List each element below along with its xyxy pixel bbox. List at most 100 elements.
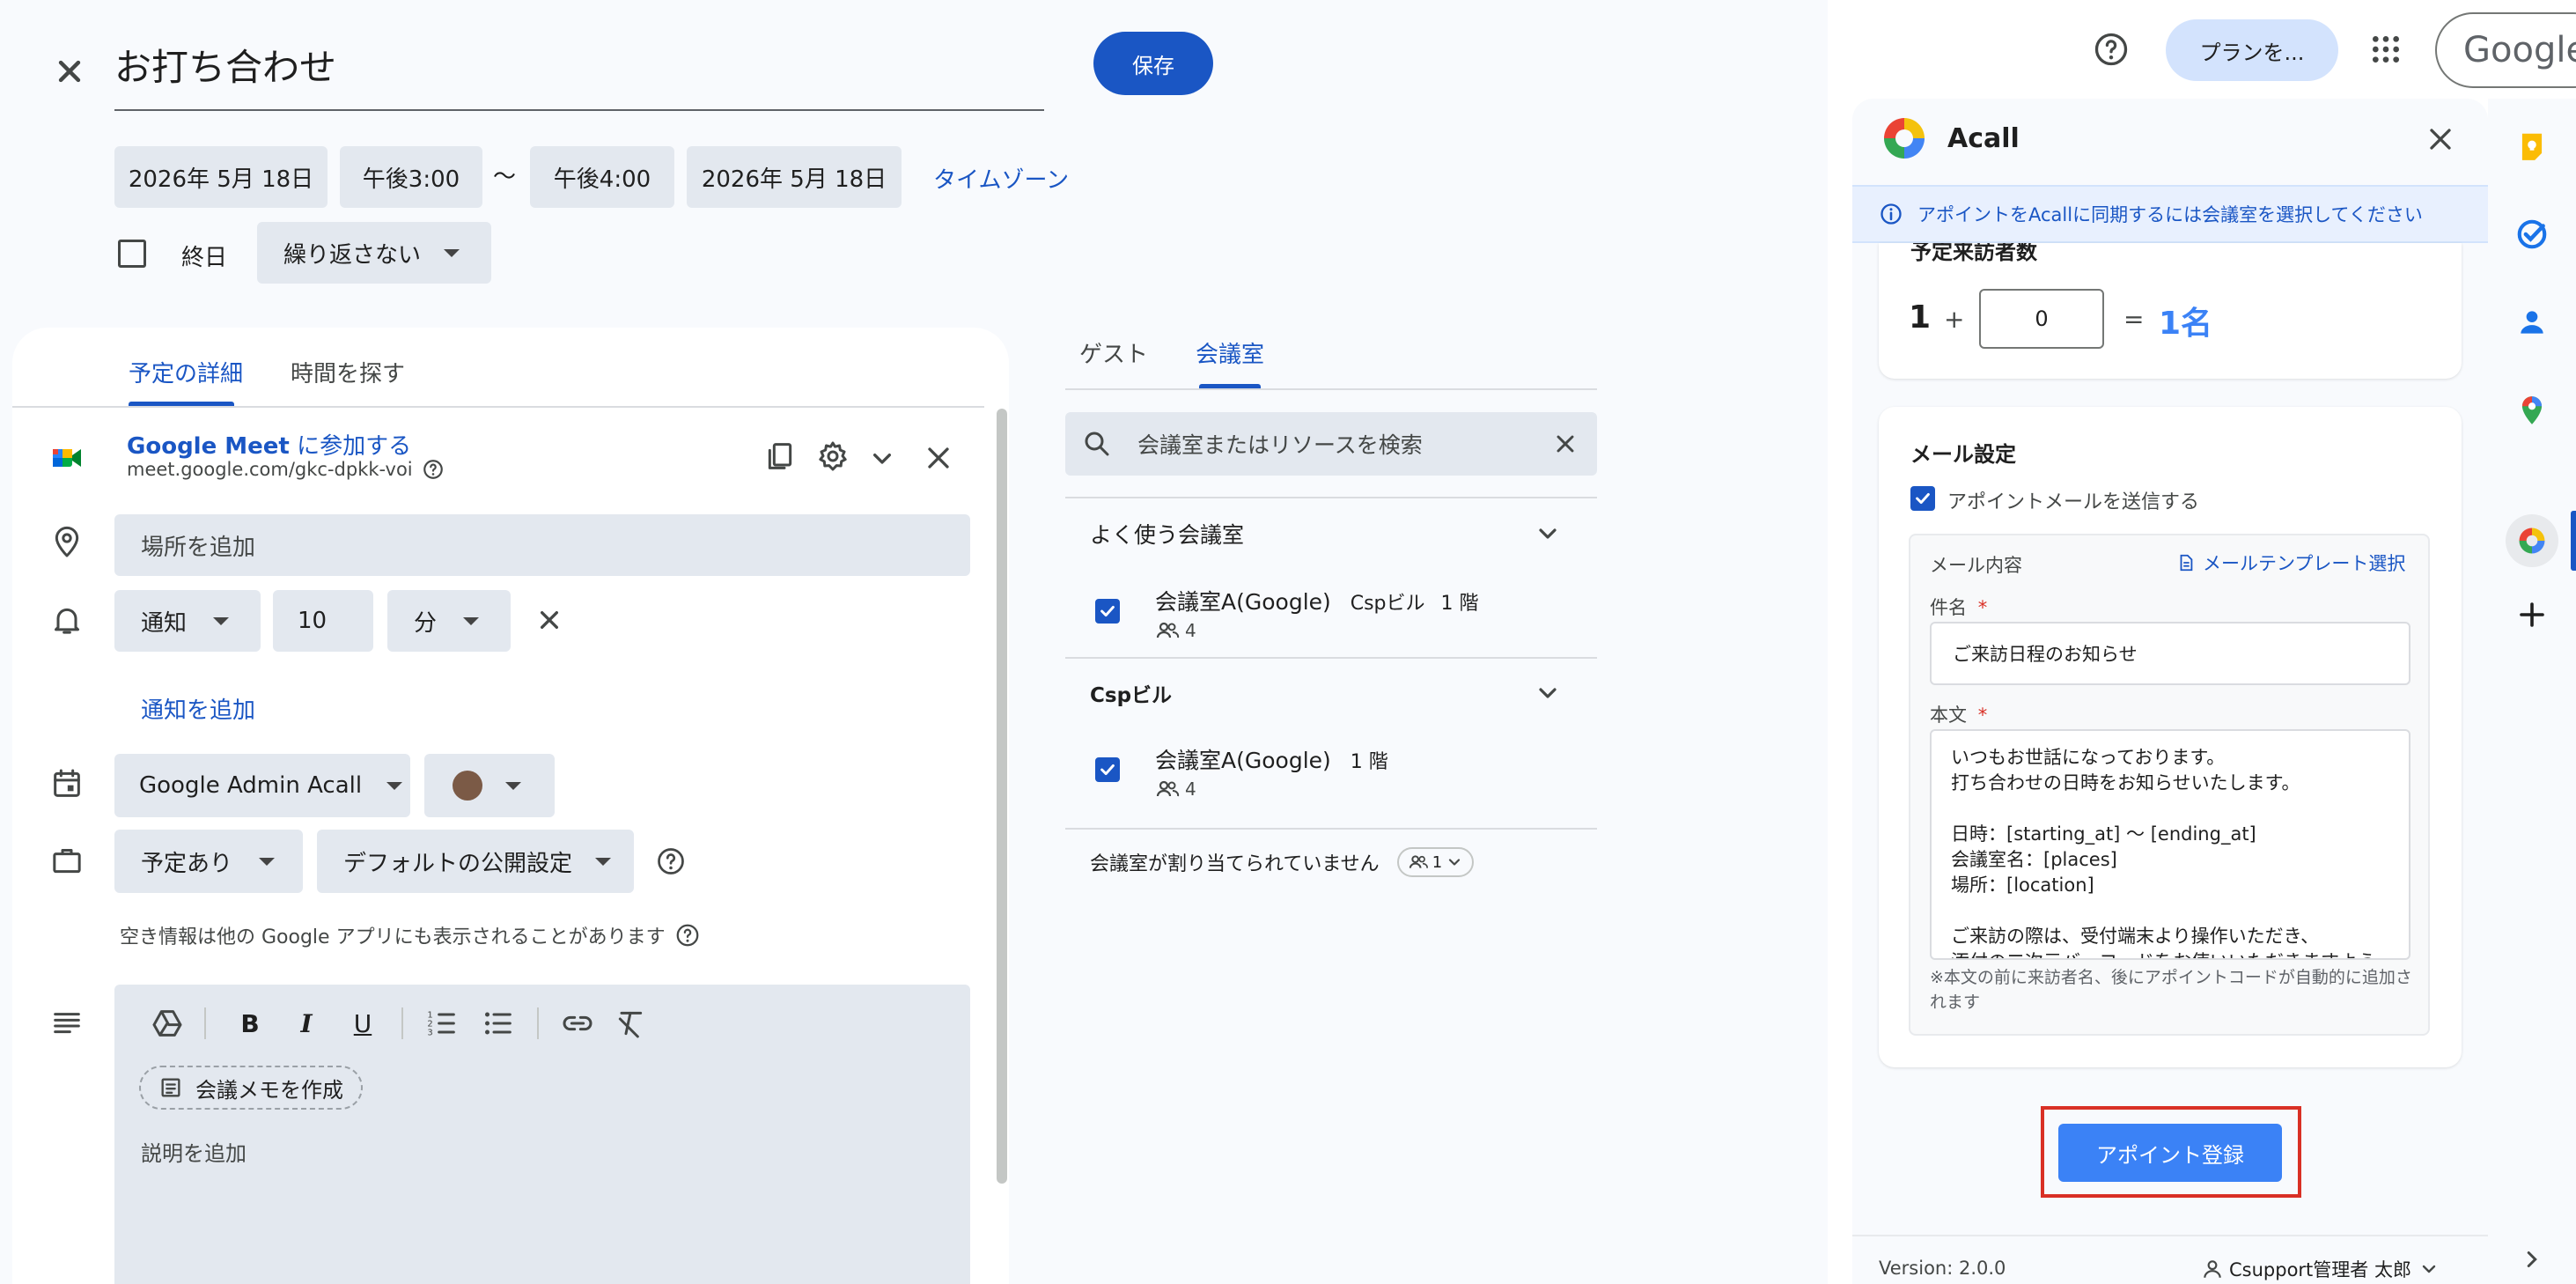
notify-type-dropdown[interactable]: 通知 <box>114 590 261 652</box>
bold-icon[interactable]: B <box>222 1009 278 1038</box>
visitor-total: 1名 <box>2159 306 2213 342</box>
room1-item[interactable]: 会議室A(Google) Cspビル 1 階 <box>1155 585 1478 616</box>
body-textarea[interactable]: いつもお世話になっております。 打ち合わせの日時をお知らせいたします。 日時：[… <box>1930 729 2410 960</box>
meet-join-link[interactable]: Google Meet に参加する <box>127 428 411 461</box>
timezone-link[interactable]: タイムゾーン <box>933 162 1069 195</box>
event-title-input[interactable]: お打ち合わせ <box>114 37 1044 111</box>
tab-guests[interactable]: ゲスト <box>1079 336 1148 369</box>
people-icon <box>1156 780 1180 797</box>
close-button[interactable] <box>49 51 90 92</box>
help-icon[interactable] <box>674 922 701 948</box>
all-day-label: 終日 <box>181 245 228 271</box>
plan-button[interactable]: プランを... <box>2166 19 2338 81</box>
tab-event-details[interactable]: 予定の詳細 <box>129 356 243 388</box>
add-notification-link[interactable]: 通知を追加 <box>141 692 255 725</box>
save-button[interactable]: 保存 <box>1093 32 1213 95</box>
help-icon[interactable] <box>422 458 445 481</box>
remove-notification-button[interactable] <box>532 602 567 638</box>
send-mail-checkbox[interactable] <box>1910 486 1935 511</box>
room2-item[interactable]: 会議室A(Google) 1 階 <box>1155 743 1388 775</box>
tasks-icon[interactable] <box>2513 215 2551 254</box>
user-menu[interactable]: Csupport管理者 太郎 <box>2201 1256 2440 1282</box>
rooms-divider <box>1065 497 1597 498</box>
end-time: 午後4:00 <box>553 166 651 193</box>
google-account-button[interactable]: Google <box>2435 12 2576 88</box>
rooms-divider <box>1065 828 1597 830</box>
body-line: ご来訪の際は、受付端末より操作いただき、 <box>1951 926 2320 947</box>
body-line: 場所：[location] <box>1951 874 2094 896</box>
clear-search-icon[interactable] <box>1551 430 1579 458</box>
location-input[interactable]: 場所を追加 <box>114 514 970 576</box>
start-time-chip[interactable]: 午後3:00 <box>340 146 482 208</box>
contacts-icon[interactable] <box>2513 303 2551 342</box>
acall-addon-icon-active[interactable] <box>2506 514 2558 567</box>
help-icon[interactable] <box>655 845 687 877</box>
visitor-equals: = <box>2123 305 2145 334</box>
section-favorite-rooms[interactable]: よく使う会議室 <box>1090 518 1562 550</box>
room1-checkbox[interactable] <box>1095 599 1120 624</box>
acall-close-button[interactable] <box>2423 122 2458 157</box>
details-scrollbar[interactable] <box>997 409 1007 1184</box>
clear-formatting-icon[interactable] <box>613 1006 648 1041</box>
notify-value-input[interactable]: 10 <box>273 590 373 652</box>
visitor-section-title: 予定来訪者数 <box>1910 243 2037 264</box>
chevron-down-icon <box>1449 859 1461 866</box>
room2-capacity: 4 <box>1155 779 1196 800</box>
unassigned-chip[interactable]: 1 <box>1396 847 1475 877</box>
chevron-down-icon[interactable] <box>865 440 900 476</box>
keep-icon[interactable] <box>2513 127 2551 166</box>
tab-rooms-label: 会議室 <box>1196 342 1265 368</box>
start-date-chip[interactable]: 2026年 5月 18日 <box>114 146 328 208</box>
meeting-notes-button[interactable]: 会議メモを作成 <box>139 1066 363 1110</box>
subject-input[interactable]: ご来訪日程のお知らせ <box>1930 622 2410 685</box>
chevron-down-icon <box>505 781 521 790</box>
meet-url: meet.google.com/gkc-dpkk-voi <box>127 458 445 481</box>
body-line: 打ち合わせの日時をお知らせいたします。 <box>1951 772 2300 793</box>
template-select-link[interactable]: メールテンプレート選択 <box>2176 550 2405 576</box>
notify-unit-dropdown[interactable]: 分 <box>387 590 511 652</box>
all-day-checkbox[interactable] <box>118 240 146 268</box>
copy-icon[interactable] <box>762 439 798 474</box>
event-color-dropdown[interactable] <box>424 754 555 817</box>
tab-find-time[interactable]: 時間を探す <box>291 356 405 388</box>
mail-section-title: メール設定 <box>1910 442 2016 467</box>
acall-info-banner: アポイントをAcallに同期するには会議室を選択してください <box>1852 185 2488 243</box>
calendar-dropdown[interactable]: Google Admin Acall <box>114 754 410 817</box>
numbered-list-icon[interactable]: 123 <box>424 1006 460 1041</box>
mail-content-label: メール内容 <box>1930 555 2022 576</box>
maps-icon[interactable] <box>2513 391 2551 430</box>
repeat-dropdown[interactable]: 繰り返さない <box>257 222 491 284</box>
chevron-down-icon <box>259 857 276 866</box>
tab-rooms[interactable]: 会議室 <box>1196 336 1264 369</box>
underline-icon[interactable]: U <box>335 1009 391 1038</box>
room2-checkbox[interactable] <box>1095 757 1120 782</box>
end-date-chip[interactable]: 2026年 5月 18日 <box>687 146 902 208</box>
expand-panel-icon[interactable] <box>2513 1240 2551 1279</box>
help-button[interactable] <box>2092 30 2131 69</box>
google-meet-icon <box>49 440 85 476</box>
room-search-input[interactable]: 会議室またはリソースを検索 <box>1065 412 1597 476</box>
people-icon <box>1409 855 1428 868</box>
end-time-chip[interactable]: 午後4:00 <box>530 146 674 208</box>
event-color-swatch <box>453 771 482 801</box>
chevron-down-icon <box>2422 1265 2436 1273</box>
link-icon[interactable] <box>560 1006 595 1041</box>
drive-icon[interactable] <box>150 1006 185 1041</box>
meeting-notes-label: 会議メモを作成 <box>195 1077 343 1103</box>
bulleted-list-icon[interactable] <box>481 1006 516 1041</box>
visibility-dropdown[interactable]: デフォルトの公開設定 <box>317 830 634 893</box>
body-note: ※本文の前に来訪者名、後にアポイントコードが自動的に追加されます <box>1930 968 2412 1012</box>
toolbar-divider <box>401 1007 403 1039</box>
section-building[interactable]: Cspビル <box>1090 678 1562 708</box>
remove-meet-button[interactable] <box>921 440 956 476</box>
appointment-register-button[interactable]: アポイント登録 <box>2058 1124 2282 1182</box>
meet-url-text: meet.google.com/gkc-dpkk-voi <box>127 459 413 480</box>
apps-grid-icon[interactable] <box>2368 32 2403 67</box>
visitor-count-input[interactable]: 0 <box>1979 289 2104 349</box>
body-label: 本文 * <box>1930 701 1987 727</box>
italic-icon[interactable]: I <box>278 1009 335 1038</box>
availability-dropdown[interactable]: 予定あり <box>114 830 303 893</box>
add-addon-icon[interactable] <box>2513 595 2551 634</box>
gear-icon[interactable] <box>815 439 850 474</box>
section-favorite-title: よく使う会議室 <box>1090 522 1245 548</box>
